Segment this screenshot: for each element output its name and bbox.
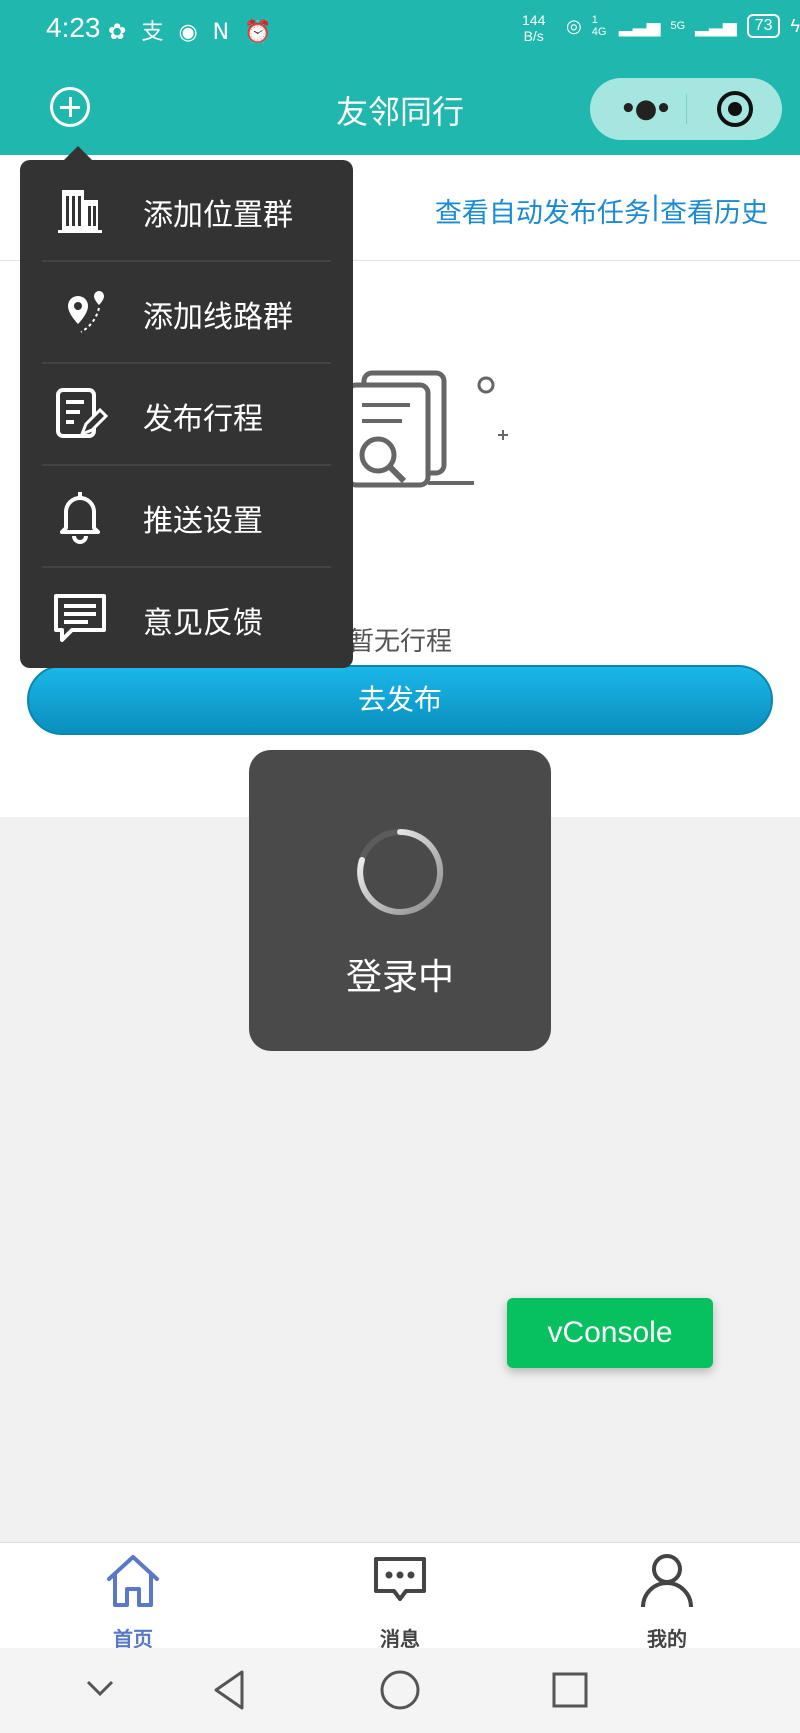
menu-item-add-location-group[interactable]: 添加位置群 [20,160,353,262]
menu-caret [64,146,92,160]
tab-messages[interactable]: 消息 [300,1543,500,1651]
auto-tasks-link[interactable]: 查看自动发布任务 [435,191,651,230]
tab-bar: 首页 消息 我的 [0,1542,800,1651]
tab-home[interactable]: 首页 [33,1543,233,1651]
eye-icon: ◉ [178,20,202,45]
top-links: 查看自动发布任务 | 查看历史 [435,191,768,230]
network-speed: 144 B/s [522,12,545,44]
more-icon[interactable]: •●• [620,96,672,122]
network-speed-value: 144 [522,12,546,28]
feedback-chat-icon [54,594,106,642]
alarm-icon: ⏰ [244,20,276,45]
signal-2-icon: ▂▃▅ [695,15,737,36]
bell-icon [60,492,100,544]
signal-2-label: 5G [670,20,686,32]
menu-item-label: 推送设置 [143,504,263,539]
menu-item-label: 发布行程 [143,402,263,437]
capsule-divider [686,94,687,124]
network-speed-unit: B/s [523,28,544,44]
menu-item-add-route-group[interactable]: 添加线路群 [20,262,353,364]
system-nav-bar [0,1648,800,1733]
status-bar: 4:23 ✿ 支 ◉ N ⏰ 144 B/s ◎ 1 4G ▂▃▅ 5G ▂▃▅… [0,0,800,60]
battery-level: 73 [746,14,781,38]
message-icon [374,1557,426,1601]
chevron-down-icon[interactable] [82,1676,118,1700]
loading-toast: 登录中 [249,750,551,1051]
menu-item-feedback[interactable]: 意见反馈 [20,568,353,670]
go-publish-button[interactable]: 去发布 [27,665,773,735]
menu-item-publish-trip[interactable]: 发布行程 [20,364,353,466]
tab-mine[interactable]: 我的 [567,1543,767,1651]
route-pin-icon [68,291,104,333]
signal-1-label: 1 4G [591,14,607,38]
user-icon [641,1554,693,1608]
menu-item-label: 添加位置群 [143,198,293,233]
alipay-icon: 支 [141,20,168,45]
home-icon [107,1555,159,1607]
menu-item-push-settings[interactable]: 推送设置 [20,466,353,568]
loading-text: 登录中 [345,957,454,998]
wechat-icon: ✿ [108,20,131,45]
loading-spinner-icon [357,828,444,915]
empty-document-illustration [345,370,508,488]
menu-item-label: 意见反馈 [143,606,263,641]
vconsole-button[interactable]: vConsole [507,1298,713,1368]
building-icon [58,190,102,233]
links-separator: | [650,191,660,222]
recent-apps-icon[interactable] [550,1668,590,1712]
status-notification-icons: ✿ 支 ◉ N ⏰ [108,14,276,46]
charging-icon: ϟ [790,15,800,36]
signal-1-icon: ▂▃▅ [618,15,661,36]
history-link[interactable]: 查看历史 [660,191,768,230]
status-time: 4:23 [46,12,101,43]
add-dropdown-menu: 添加位置群 添加线路群 发布行程 推送设置 意见反馈 [20,146,353,670]
close-target-icon[interactable] [717,91,753,127]
edit-document-icon [56,388,108,438]
empty-state-text: 暂无行程 [348,627,453,657]
nfc-icon: N [212,20,234,45]
status-right-icons: ◎ 1 4G ▂▃▅ 5G ▂▃▅ 73 ϟ [566,14,800,38]
miniprogram-capsule: •●• [590,78,782,140]
nav-bar: 友邻同行 •●• [0,60,800,155]
home-circle-icon[interactable] [378,1668,422,1712]
menu-item-label: 添加线路群 [143,300,293,335]
hotspot-icon: ◎ [566,15,582,36]
back-icon[interactable] [210,1668,250,1712]
